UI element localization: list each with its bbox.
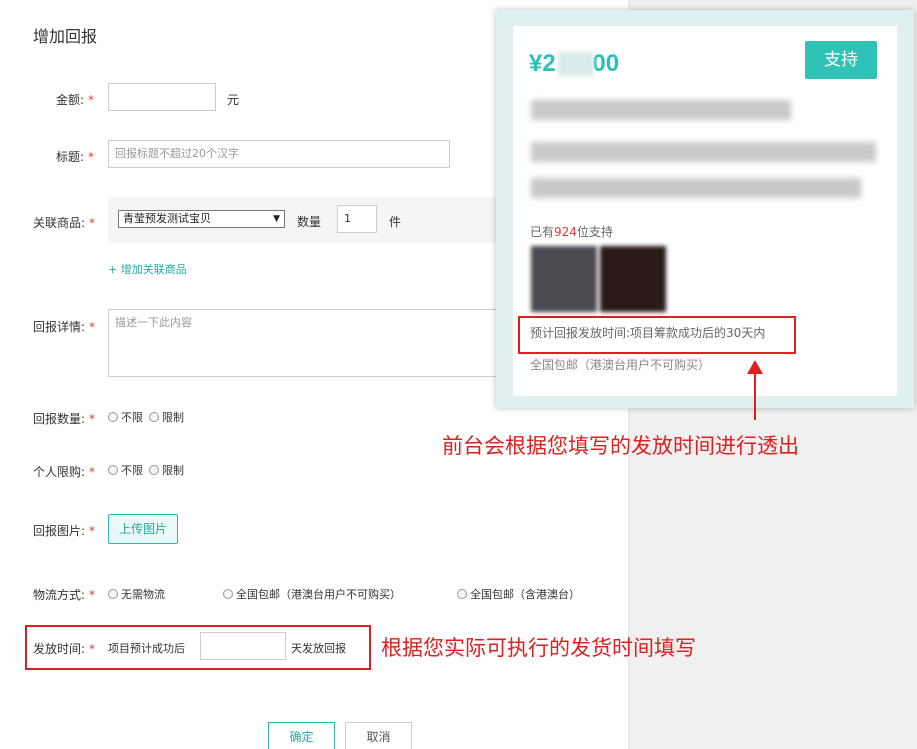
confirm-button[interactable]: 确定 [268,722,335,749]
support-button[interactable]: 支持 [805,41,877,79]
blurred-description-1 [531,142,876,162]
cancel-button[interactable]: 取消 [345,722,412,749]
product-label: 关联商品: * [33,216,96,230]
quantity-input[interactable]: 1 [337,205,377,233]
radio-unlimited[interactable] [108,412,118,422]
radio-free-shipping-incl[interactable] [457,589,467,599]
ship-time-prefix: 项目预计成功后 [108,642,185,655]
quantity-label: 数量 [297,215,322,229]
reward-quantity-label: 回报数量: * [33,412,96,426]
logistics-label: 物流方式: * [33,588,96,602]
page-title: 增加回报 [33,27,98,46]
price-blur-mask [558,52,594,76]
reward-quantity-options: 不限 限制 [108,409,184,425]
logistics-option-none: 无需物流 [108,586,165,602]
ship-time-suffix: 天发放回报 [291,642,346,655]
support-count: 已有924位支持 [530,225,613,239]
add-product-link[interactable]: + 增加关联商品 [108,261,187,277]
radio-free-shipping-excl[interactable] [223,589,233,599]
logistics-option-free-excl: 全国包邮（港澳台用户不可购买） [223,586,401,602]
details-textarea[interactable]: 描述一下此内容 [108,309,503,377]
supporter-thumbnail [531,246,597,312]
personal-limit-label: 个人限购: * [33,465,96,479]
amount-unit: 元 [227,93,240,107]
image-label: 回报图片: * [33,524,96,538]
preview-ship-time: 预计回报发放时间:项目筹款成功后的30天内 [530,326,766,340]
radio-unlimited[interactable] [108,465,118,475]
title-label: 标题: * [56,150,95,164]
chevron-down-icon: ▼ [273,214,280,224]
amount-label: 金额: * [56,93,95,107]
preview-annotation: 前台会根据您填写的发放时间进行透出 [442,434,799,458]
supporter-thumbnail [600,246,666,312]
product-select[interactable]: 青莹预发测试宝贝 ▼ [118,210,285,228]
details-label: 回报详情: * [33,320,96,334]
radio-limited[interactable] [149,412,159,422]
arrow-line [754,368,756,420]
radio-limited[interactable] [149,465,159,475]
title-input[interactable]: 回报标题不超过20个汉字 [108,140,450,168]
personal-limit-options: 不限 限制 [108,462,184,478]
preview-shipping: 全国包邮（港澳台用户不可购买） [530,358,711,372]
amount-input[interactable] [108,83,216,111]
radio-no-logistics[interactable] [108,589,118,599]
ship-time-label: 发放时间: * [33,642,96,656]
form-annotation: 根据您实际可执行的发货时间填写 [381,636,696,660]
logistics-option-free-incl: 全国包邮（含港澳台） [457,586,580,602]
blurred-description-2 [531,178,861,198]
blurred-title [531,100,791,120]
quantity-unit: 件 [389,215,402,229]
upload-image-button[interactable]: 上传图片 [108,514,178,544]
ship-days-input[interactable] [200,632,286,660]
